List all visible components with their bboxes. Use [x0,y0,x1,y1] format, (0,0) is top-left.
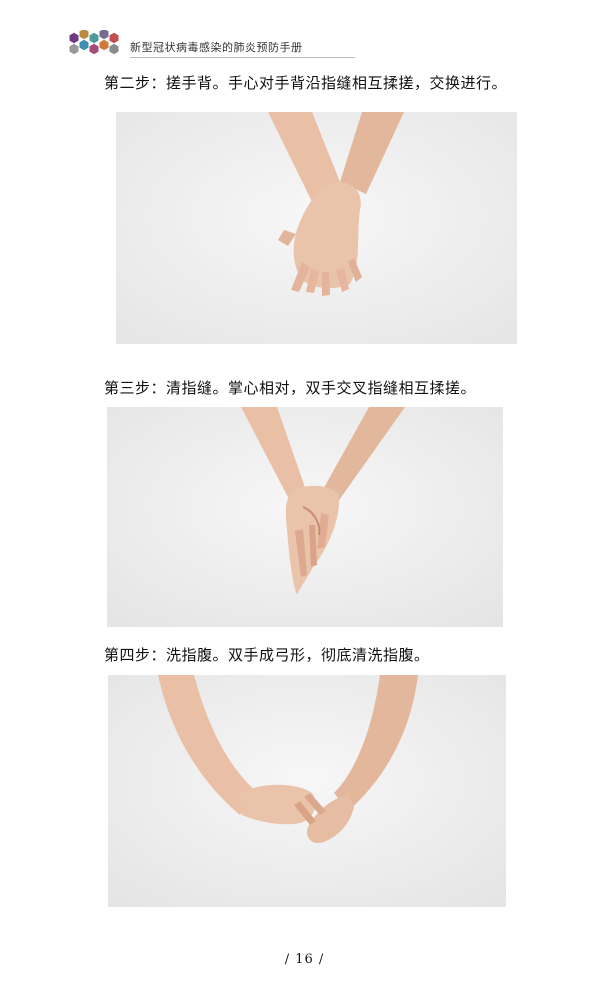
interlaced-fingers-rub-image [107,407,503,627]
logo-hexagon [89,43,99,55]
logo-hexagon [69,43,79,55]
header-title: 新型冠状病毒感染的肺炎预防手册 [130,41,303,54]
step-4-text: 第四步：洗指腹。双手成弓形，彻底清洗指腹。 [104,646,430,664]
logo-hexagon [109,32,119,44]
header-divider [130,57,355,58]
logo-hexagon [79,39,89,51]
back-of-hands-rub-image [116,112,517,344]
step-3-photo [107,407,503,627]
step-2-photo [116,112,517,344]
step-2-text: 第二步：搓手背。手心对手背沿指缝相互揉搓，交换进行。 [104,74,508,92]
hexagon-logo-icon [69,30,119,55]
page-header: 新型冠状病毒感染的肺炎预防手册 [68,30,548,60]
logo-hexagon [89,32,99,44]
logo-hexagon [99,39,109,51]
logo-hexagon [109,43,119,55]
logo-hexagon [99,30,109,40]
step-3-text: 第三步：清指缝。掌心相对，双手交叉指缝相互揉搓。 [104,379,477,397]
finger-pads-wash-image [108,675,506,907]
step-4-photo [108,675,506,907]
page-number: / 16 / [284,952,325,967]
logo-hexagon [69,32,79,44]
logo-hexagon [79,30,89,40]
